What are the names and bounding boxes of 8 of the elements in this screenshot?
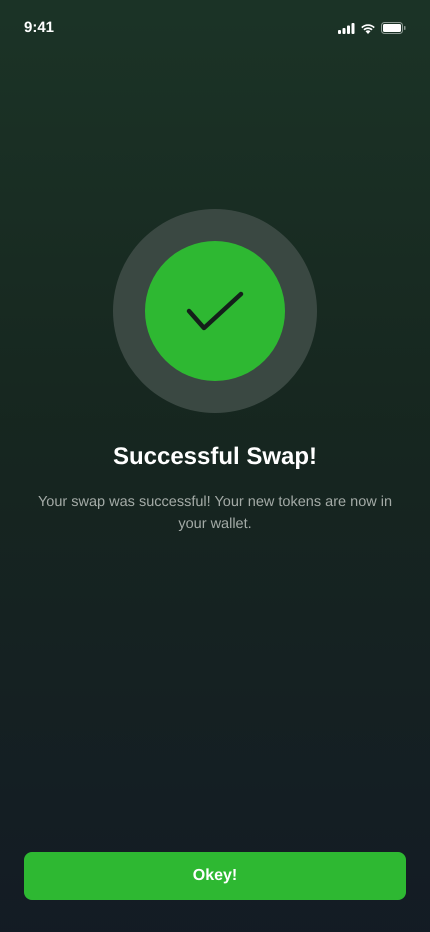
battery-icon bbox=[381, 22, 406, 34]
wifi-icon bbox=[360, 22, 376, 34]
checkmark-icon bbox=[186, 290, 244, 332]
okey-button[interactable]: Okey! bbox=[24, 852, 406, 900]
signal-icon bbox=[338, 22, 355, 34]
success-message: Your swap was successful! Your new tokens are now in your wallet. bbox=[36, 493, 394, 534]
status-time: 9:41 bbox=[24, 18, 54, 38]
success-title: Successful Swap! bbox=[112, 442, 318, 472]
